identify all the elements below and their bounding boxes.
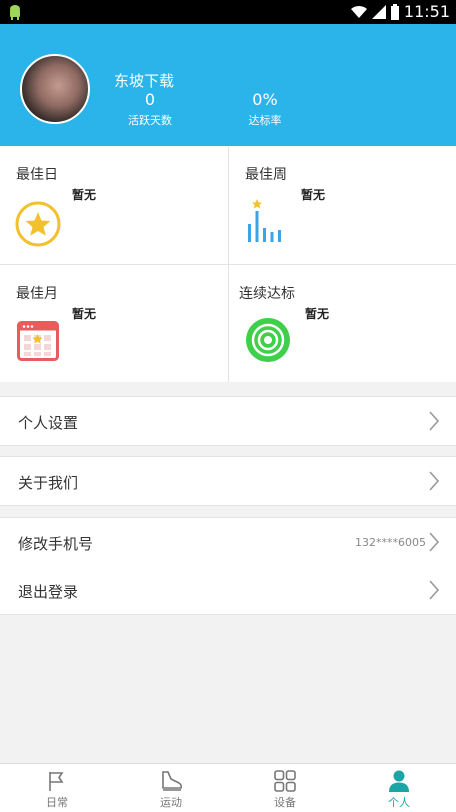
stat-active-days: 0 活跃天数 <box>110 90 190 128</box>
bottom-tab-bar: 日常 运动 设备 个人 <box>0 763 456 812</box>
record-title: 最佳月 <box>16 286 58 302</box>
tab-label: 日常 <box>46 796 68 809</box>
tab-daily[interactable]: 日常 <box>0 764 114 812</box>
wifi-icon <box>350 5 367 18</box>
stat-label: 达标率 <box>248 114 282 127</box>
menu-label: 修改手机号 <box>18 535 94 553</box>
record-best-month[interactable]: 最佳月 暂无 <box>0 265 227 382</box>
bar-chart-icon <box>248 199 281 242</box>
username: 东坡下载 <box>114 72 175 90</box>
tab-sport[interactable]: 运动 <box>114 764 228 812</box>
menu-label: 退出登录 <box>18 583 79 601</box>
record-best-day[interactable]: 最佳日 暂无 <box>0 146 227 263</box>
menu-item-change-phone[interactable]: 修改手机号 132****6005 <box>0 517 456 567</box>
stat-label: 活跃天数 <box>128 114 172 127</box>
tab-device[interactable]: 设备 <box>228 764 342 812</box>
avatar[interactable] <box>20 54 90 124</box>
stat-rate: 0% 达标率 <box>225 90 305 128</box>
record-title: 最佳周 <box>245 167 287 183</box>
status-time: 11:51 <box>403 2 450 21</box>
menu-item-logout[interactable]: 退出登录 <box>0 566 456 615</box>
star-circle-icon <box>15 201 61 247</box>
tab-personal[interactable]: 个人 <box>342 764 456 812</box>
stat-value: 0 <box>144 90 156 109</box>
grid-icon <box>274 770 296 792</box>
calendar-icon <box>17 321 59 361</box>
profile-header: 东坡下载 0 活跃天数 0% 达标率 <box>0 24 456 146</box>
menu-label: 关于我们 <box>18 474 79 492</box>
record-title: 连续达标 <box>239 286 295 302</box>
record-value: 暂无 <box>305 307 330 321</box>
record-value: 暂无 <box>72 188 97 202</box>
chevron-right-icon <box>429 580 440 600</box>
stat-value: 0% <box>252 90 278 109</box>
record-best-week[interactable]: 最佳周 暂无 <box>229 146 456 263</box>
chevron-right-icon <box>429 411 440 431</box>
records-grid: 最佳日 暂无 最佳周 暂无 最佳月 暂无 连续达标 暂无 <box>0 146 456 382</box>
record-streak[interactable]: 连续达标 暂无 <box>229 265 456 382</box>
record-value: 暂无 <box>72 307 97 321</box>
tab-label: 设备 <box>274 796 296 809</box>
tab-label: 个人 <box>388 796 410 809</box>
flag-icon <box>49 772 64 791</box>
menu-item-settings[interactable]: 个人设置 <box>0 396 456 446</box>
phone-number: 132****6005 <box>355 536 426 549</box>
chevron-right-icon <box>429 532 440 552</box>
record-title: 最佳日 <box>16 167 58 183</box>
menu-label: 个人设置 <box>18 414 79 432</box>
android-icon <box>10 5 20 20</box>
signal-icon <box>371 4 386 19</box>
target-icon <box>246 318 290 362</box>
chevron-right-icon <box>429 471 440 491</box>
tab-label: 运动 <box>160 796 182 809</box>
record-value: 暂无 <box>301 188 326 202</box>
person-icon <box>389 770 409 792</box>
battery-icon <box>390 3 399 20</box>
shoe-icon <box>162 771 183 791</box>
status-bar: 11:51 <box>0 0 456 24</box>
menu-item-about[interactable]: 关于我们 <box>0 456 456 506</box>
